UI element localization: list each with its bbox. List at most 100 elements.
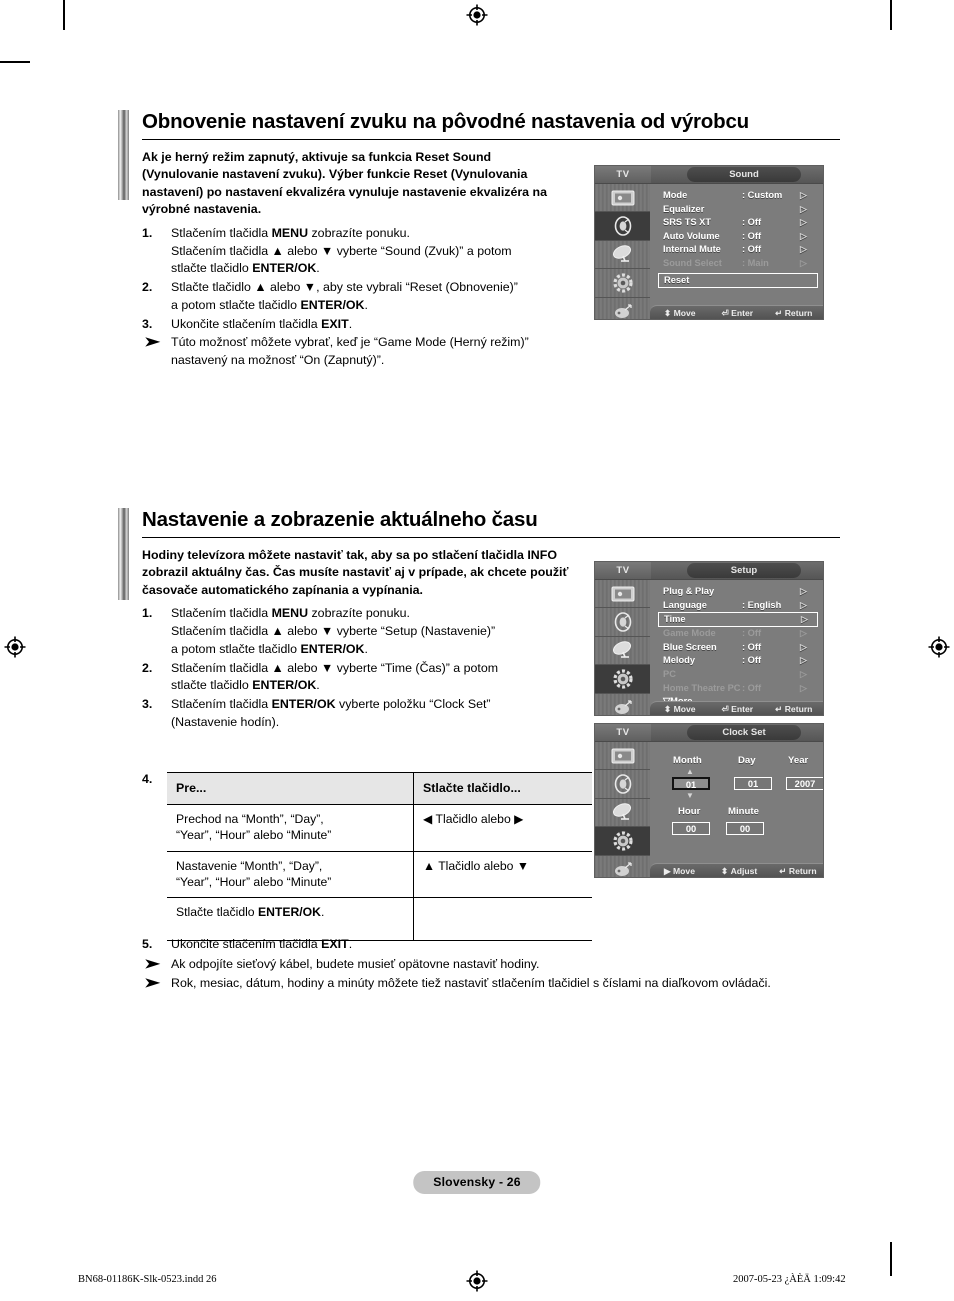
picture-icon[interactable] bbox=[595, 184, 650, 213]
osd-row-value: : Off bbox=[742, 230, 762, 241]
osd-row-value: : Off bbox=[742, 682, 762, 693]
chevron-right-icon: ▷ bbox=[800, 190, 807, 200]
section2-body: Hodiny televízora môžete nastaviť tak, a… bbox=[118, 547, 570, 732]
osd-row-melody[interactable]: Melody : Off ▷ bbox=[650, 654, 823, 668]
chevron-right-icon: ▷ bbox=[800, 682, 807, 693]
picture-icon[interactable] bbox=[595, 580, 650, 609]
osd-row-reset-selected[interactable]: Reset bbox=[658, 272, 818, 288]
osd-row-label: PC bbox=[663, 668, 676, 679]
osd-row-value: : Off bbox=[742, 628, 762, 639]
list-item: 1. Stlačením tlačidla MENU zobrazíte pon… bbox=[142, 225, 570, 278]
sound-icon[interactable] bbox=[595, 212, 650, 241]
osd-row-home-theatre-pc: Home Theatre PC : Off ▷ bbox=[650, 682, 823, 696]
table-cell-line1-end: . bbox=[320, 904, 325, 919]
section2-tail: 5. Ukončite stlačením tlačidla EXIT. ➤ A… bbox=[142, 936, 842, 993]
picture-icon[interactable] bbox=[595, 742, 650, 771]
osd-row-internal-mute[interactable]: Internal Mute : Off ▷ bbox=[650, 243, 823, 257]
note-arrow-icon: ➤ bbox=[144, 334, 161, 350]
crop-mark-top-left-horizontal bbox=[0, 61, 30, 63]
input-source-icon[interactable] bbox=[595, 694, 650, 715]
chevron-right-icon: ▷ bbox=[800, 230, 807, 241]
table-header-button: Stlačte tlačidlo... bbox=[413, 771, 592, 806]
clock-value-hour[interactable]: 00 bbox=[672, 822, 710, 835]
clock-label-minute: Minute bbox=[728, 806, 759, 817]
osd-row-value: : Custom bbox=[742, 190, 783, 200]
osd-setup-topbar: TV Setup bbox=[595, 562, 823, 580]
chevron-right-icon: ▷ bbox=[800, 668, 807, 679]
crop-mark-top-left-vertical bbox=[63, 0, 65, 30]
osd-row-label: Game Mode bbox=[663, 628, 716, 639]
section2-heading-wrap: Nastavenie a zobrazenie aktuálneho času bbox=[118, 508, 840, 600]
step-text-part: zobrazíte ponuku. bbox=[308, 226, 410, 240]
step-text-part: . bbox=[348, 937, 353, 951]
input-source-icon[interactable] bbox=[595, 298, 650, 319]
osd-row-value: : Off bbox=[742, 655, 762, 666]
clock-value-year[interactable]: 2007 bbox=[786, 777, 823, 790]
osd-footer-return-label: Return bbox=[788, 866, 817, 876]
section1-note: ➤ Túto možnosť môžete vybrať, keď je “Ga… bbox=[142, 334, 570, 369]
print-timestamp: 2007-05-23 ¿ÀÈÄ 1:09:42 bbox=[733, 1274, 846, 1285]
osd-row-srs-ts-xt[interactable]: SRS TS XT : Off ▷ bbox=[650, 216, 823, 230]
osd-footer-move-label: Move bbox=[673, 704, 696, 714]
clock-value-day[interactable]: 01 bbox=[734, 777, 772, 790]
chevron-right-icon: ▷ bbox=[801, 614, 808, 625]
osd-row-label: Blue Screen bbox=[663, 641, 717, 652]
osd-row-time-selected[interactable]: Time ▷ bbox=[658, 612, 818, 628]
registration-mark-left bbox=[4, 636, 26, 658]
osd-row-plug-and-play[interactable]: Plug & Play ▷ bbox=[650, 585, 823, 599]
chevron-right-icon: ▷ bbox=[800, 641, 807, 652]
osd-footer-enter: ⏎ Enter bbox=[721, 308, 754, 318]
clock-value-month[interactable]: 01 bbox=[672, 777, 710, 790]
sound-icon[interactable] bbox=[595, 770, 650, 799]
section1-body: Ak je herný režim zapnutý, aktivuje sa f… bbox=[118, 149, 570, 370]
step-number: 5. bbox=[142, 937, 153, 951]
osd-footer-move: ▶ Move bbox=[664, 866, 695, 876]
osd-row-equalizer[interactable]: Equalizer ▷ bbox=[650, 203, 823, 217]
osd-clock-title: Clock Set bbox=[687, 725, 801, 740]
step-number: 2. bbox=[142, 660, 153, 675]
table-row: Nastavenie “Month”, “Day”, “Year”, “Hour… bbox=[167, 850, 592, 898]
table-header-pre: Pre... bbox=[167, 771, 414, 806]
table-cell-line1: Prechod na “Month”, “Day”, bbox=[176, 812, 324, 827]
osd-row-mode[interactable]: Mode : Custom ▷ bbox=[650, 189, 823, 203]
step-text-part: . bbox=[316, 261, 320, 276]
osd-clock-footer: ▶ Move ⬍ Adjust ↵ Return bbox=[650, 863, 823, 877]
footer-divider bbox=[76, 1259, 890, 1260]
osd-row-blue-screen[interactable]: Blue Screen : Off ▷ bbox=[650, 641, 823, 655]
clock-label-hour: Hour bbox=[678, 806, 701, 817]
osd-row-label: Auto Volume bbox=[663, 230, 720, 241]
osd-sound-sidebar bbox=[595, 184, 650, 319]
channel-satellite-icon[interactable] bbox=[595, 799, 650, 828]
section1-steps: 1. Stlačením tlačidla MENU zobrazíte pon… bbox=[142, 225, 570, 333]
sound-icon[interactable] bbox=[595, 608, 650, 637]
table-header-row: Pre... Stlačte tlačidlo... bbox=[167, 771, 592, 806]
step-number: 2. bbox=[142, 280, 153, 295]
osd-row-auto-volume[interactable]: Auto Volume : Off ▷ bbox=[650, 230, 823, 244]
step-text-part: Stlačením tlačidla bbox=[171, 226, 272, 240]
step-number: 1. bbox=[142, 606, 153, 621]
clock-value-minute[interactable]: 00 bbox=[726, 822, 764, 835]
step-text-part: zobrazíte ponuku. bbox=[308, 606, 410, 621]
list-item: 5. Ukončite stlačením tlačidla EXIT. bbox=[142, 936, 842, 954]
key-label: EXIT bbox=[321, 316, 349, 331]
osd-sound-footer: ⬍ Move ⏎ Enter ↵ Return bbox=[650, 305, 823, 319]
osd-row-language[interactable]: Language : English ▷ bbox=[650, 599, 823, 613]
osd-footer-move-label: Move bbox=[673, 866, 695, 876]
input-source-icon[interactable] bbox=[595, 856, 650, 877]
osd-footer-return-label: Return bbox=[784, 308, 813, 318]
gear-icon[interactable] bbox=[595, 269, 650, 298]
chevron-up-icon: ▲ bbox=[686, 767, 694, 776]
channel-satellite-icon[interactable] bbox=[595, 637, 650, 666]
step-text-part: Ukončite stlačením tlačidla bbox=[171, 316, 322, 331]
channel-satellite-icon[interactable] bbox=[595, 241, 650, 270]
table-cell-line2: “Year”, “Hour” alebo “Minute” bbox=[176, 828, 332, 843]
key-label: EXIT bbox=[321, 937, 349, 951]
step-text-part: Ukončite stlačením tlačidla bbox=[171, 937, 322, 951]
table-cell-button bbox=[413, 896, 592, 941]
section1-title: Obnovenie nastavení zvuku na pôvodné nas… bbox=[142, 110, 840, 140]
gear-icon[interactable] bbox=[595, 665, 650, 694]
osd-sound-title: Sound bbox=[687, 167, 801, 182]
gear-icon[interactable] bbox=[595, 827, 650, 856]
osd-clock-body: Month Day Year ▲ 01 ▼ 01 2007 Hour Minut… bbox=[595, 742, 823, 877]
osd-row-label: Internal Mute bbox=[663, 244, 721, 255]
